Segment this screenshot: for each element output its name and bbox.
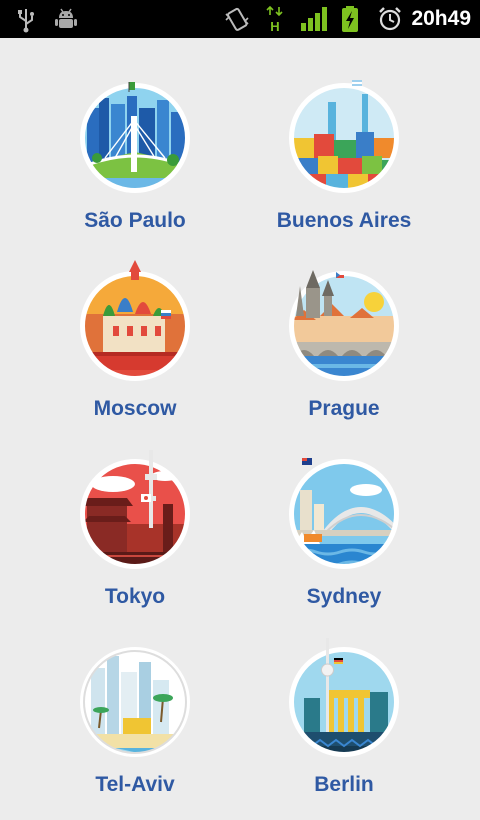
tel-aviv-illustration [80,647,190,757]
city-name: São Paulo [84,209,186,232]
city-tile-sao-paulo[interactable]: São Paulo [15,68,255,256]
city-name: Tokyo [104,585,166,608]
city-name: Berlin [314,773,374,796]
usb-icon [18,9,34,33]
network-type-label: H [270,19,279,33]
sydney-illustration [289,458,399,569]
android-debug-icon [55,8,77,28]
city-name: Tel-Aviv [95,773,175,796]
city-tile-prague[interactable]: Prague [224,256,464,444]
alarm-icon [379,7,401,31]
city-tile-tokyo[interactable]: Tokyo [15,444,255,632]
city-tile-tel-aviv[interactable]: Tel-Aviv [15,632,255,820]
battery-charging-icon [342,6,358,32]
city-grid: São Paulo Buenos Aires Moscow Prague Tok… [0,38,480,800]
buenos-aires-illustration [289,80,399,193]
signal-icon [301,7,327,31]
vibrate-icon [225,7,249,31]
tokyo-illustration [80,450,190,569]
status-bar: H 20h49 [0,0,480,38]
city-name: Buenos Aires [276,209,412,232]
city-name: Prague [308,397,380,420]
city-name: Moscow [93,397,177,420]
city-tile-sydney[interactable]: Sydney [224,444,464,632]
status-clock: 20h49 [411,7,471,30]
city-name: Sydney [306,585,382,608]
city-tile-moscow[interactable]: Moscow [15,256,255,444]
moscow-illustration [80,260,190,381]
city-tile-buenos-aires[interactable]: Buenos Aires [224,68,464,256]
city-tile-berlin[interactable]: Berlin [224,632,464,820]
prague-illustration [289,270,399,381]
sao-paulo-illustration [80,82,190,193]
network-h-icon: H [266,5,283,33]
berlin-illustration [289,638,399,757]
